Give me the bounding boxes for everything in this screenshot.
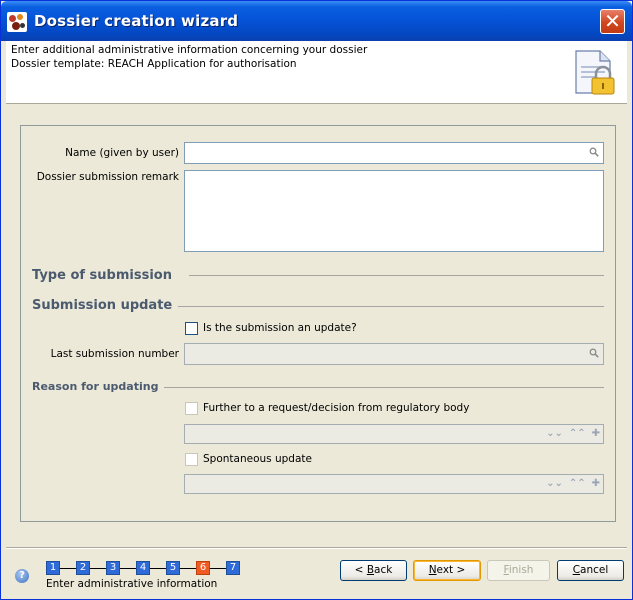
wizard-step-5[interactable]: 5	[166, 561, 180, 575]
cancel-button-label: ancel	[580, 564, 609, 576]
wizard-step-3[interactable]: 3	[106, 561, 120, 575]
step-connector	[60, 567, 76, 569]
step-connector	[150, 567, 166, 569]
add-icon[interactable]: ✚	[592, 428, 600, 440]
last-submission-input[interactable]	[184, 343, 604, 365]
wizard-step-1[interactable]: 1	[46, 561, 60, 575]
name-input[interactable]	[184, 142, 604, 164]
search-icon	[589, 348, 599, 358]
next-button-mnemonic: N	[428, 564, 437, 576]
add-icon[interactable]: ✚	[592, 478, 600, 490]
further-request-label: Further to a request/decision from regul…	[203, 402, 470, 414]
document-lock-icon	[575, 50, 615, 95]
header-description: Enter additional administrative informat…	[11, 44, 368, 56]
app-icon	[7, 12, 27, 32]
next-button-label: ext >	[436, 564, 466, 576]
help-icon[interactable]: ?	[15, 569, 29, 583]
move-up-icon[interactable]: ⌃⌃	[569, 428, 586, 440]
back-button-label: ack	[374, 564, 393, 576]
remark-textarea[interactable]	[184, 170, 604, 252]
cancel-button-mnemonic: C	[572, 564, 581, 576]
window-title: Dossier creation wizard	[34, 12, 239, 30]
step-connector	[210, 567, 226, 569]
close-button[interactable]: ✕	[600, 9, 625, 34]
wizard-step-caption: Enter administrative information	[46, 578, 218, 590]
move-down-icon[interactable]: ⌄⌄	[546, 478, 563, 490]
move-up-icon[interactable]: ⌃⌃	[569, 478, 586, 490]
step-connector	[90, 567, 106, 569]
step-connector	[180, 567, 196, 569]
footer-divider-highlight	[6, 548, 627, 549]
submission-update-rule	[173, 306, 604, 307]
back-button[interactable]: < Back	[340, 560, 407, 581]
wizard-header: Enter additional administrative informat…	[6, 41, 627, 104]
reason-for-updating-rule	[163, 387, 604, 388]
spontaneous-update-picklist[interactable]: ⌄⌄ ⌃⌃ ✚	[184, 474, 604, 494]
wizard-step-7[interactable]: 7	[226, 561, 240, 575]
is-update-label: Is the submission an update?	[203, 322, 357, 334]
close-icon: ✕	[604, 9, 621, 33]
finish-button-label: inish	[508, 564, 534, 576]
submission-update-heading: Submission update	[32, 298, 179, 313]
title-bar: Dossier creation wizard ✕	[1, 1, 632, 41]
last-submission-label: Last submission number	[50, 348, 179, 360]
finish-button[interactable]: Finish	[487, 560, 550, 581]
wizard-step-4[interactable]: 4	[136, 561, 150, 575]
reason-for-updating-heading: Reason for updating	[32, 380, 165, 393]
spontaneous-update-label: Spontaneous update	[203, 453, 312, 465]
is-update-checkbox[interactable]	[185, 322, 198, 335]
type-of-submission-heading: Type of submission	[32, 268, 178, 283]
search-icon	[589, 147, 599, 157]
remark-label: Dossier submission remark	[36, 171, 179, 183]
type-of-submission-rule	[189, 275, 604, 276]
dossier-wizard-window: Dossier creation wizard ✕ Enter addition…	[0, 0, 633, 600]
wizard-step-6[interactable]: 6	[196, 561, 210, 575]
wizard-steps: 1 2 3 4 5 6 7	[46, 561, 240, 575]
spontaneous-update-checkbox[interactable]	[185, 453, 198, 466]
further-request-picklist[interactable]: ⌄⌄ ⌃⌃ ✚	[184, 424, 604, 444]
name-label: Name (given by user)	[65, 147, 179, 159]
move-down-icon[interactable]: ⌄⌄	[546, 428, 563, 440]
next-button[interactable]: Next >	[413, 560, 481, 581]
header-template: Dossier template: REACH Application for …	[11, 58, 297, 70]
wizard-step-2[interactable]: 2	[76, 561, 90, 575]
back-button-prefix: <	[354, 564, 367, 576]
cancel-button[interactable]: Cancel	[557, 560, 624, 581]
step-connector	[120, 567, 136, 569]
back-button-mnemonic: B	[366, 564, 375, 576]
further-request-checkbox[interactable]	[185, 402, 198, 415]
